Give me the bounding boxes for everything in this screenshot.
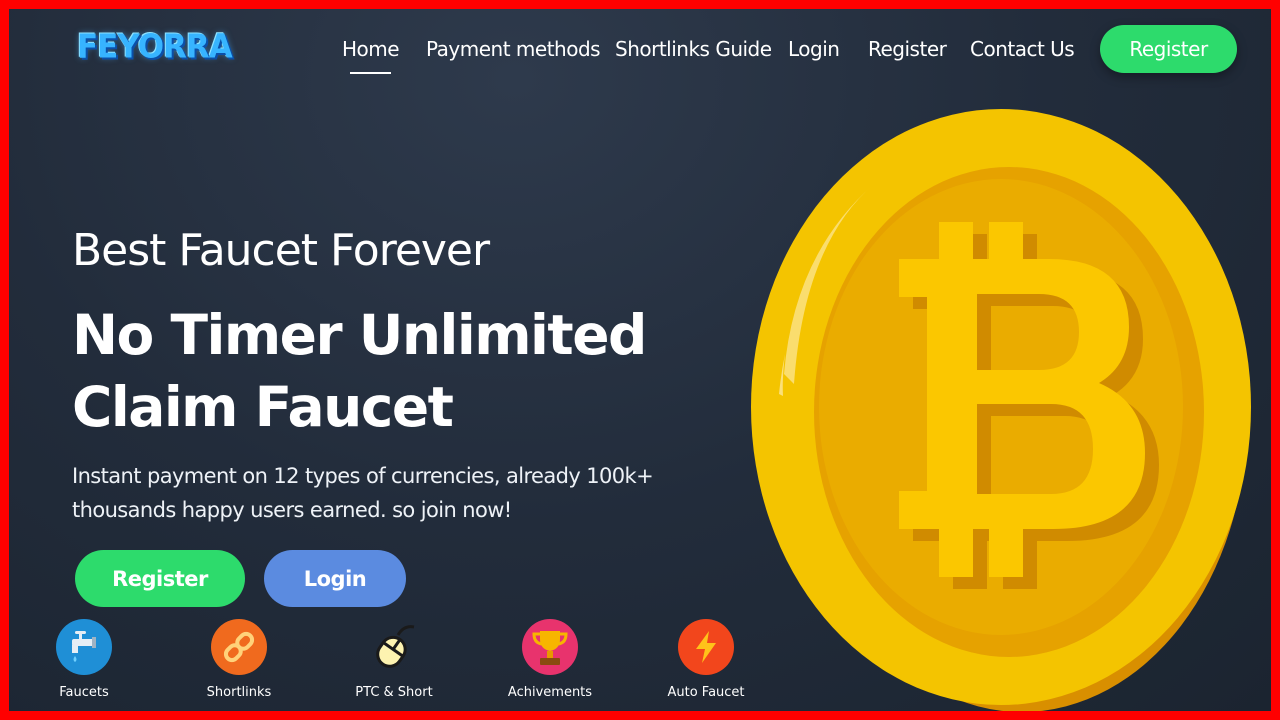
hero-register-button[interactable]: Register bbox=[75, 550, 245, 607]
nav-home[interactable]: Home bbox=[342, 37, 400, 74]
hero-subtitle: Best Faucet Forever bbox=[72, 225, 490, 276]
nav-login[interactable]: Login bbox=[788, 37, 840, 61]
feature-ptc-short-label: PTC & Short bbox=[355, 685, 433, 700]
feature-faucets-label: Faucets bbox=[59, 685, 109, 700]
nav-payment-methods[interactable]: Payment methods bbox=[426, 37, 601, 61]
hero-title-line-1: No Timer Unlimited bbox=[72, 303, 647, 367]
mouse-icon bbox=[366, 619, 422, 675]
hero-description: Instant payment on 12 types of currencie… bbox=[72, 459, 672, 527]
feature-shortlinks-label: Shortlinks bbox=[206, 685, 272, 700]
nav-register[interactable]: Register bbox=[868, 37, 947, 61]
main-nav: Home Payment methods Shortlinks Guide Lo… bbox=[9, 37, 1271, 74]
link-icon bbox=[211, 619, 267, 675]
bitcoin-coin-image bbox=[751, 109, 1251, 711]
nav-shortlinks-guide[interactable]: Shortlinks Guide bbox=[615, 37, 772, 61]
trophy-icon bbox=[522, 619, 578, 675]
hero-login-button[interactable]: Login bbox=[264, 550, 406, 607]
feature-faucets[interactable]: Faucets bbox=[24, 619, 144, 700]
hero-description-line-2: thousands happy users earned. so join no… bbox=[72, 498, 512, 522]
hero-description-line-1: Instant payment on 12 types of currencie… bbox=[72, 464, 654, 488]
feature-achivements[interactable]: Achivements bbox=[490, 619, 610, 700]
faucet-icon bbox=[56, 619, 112, 675]
lightning-icon bbox=[678, 619, 734, 675]
hero-title-line-2: Claim Faucet bbox=[72, 375, 454, 439]
nav-contact-us[interactable]: Contact Us bbox=[970, 37, 1075, 61]
feature-shortlinks[interactable]: Shortlinks bbox=[179, 619, 299, 700]
feature-achivements-label: Achivements bbox=[507, 685, 593, 700]
header-register-button[interactable]: Register bbox=[1100, 25, 1237, 73]
hero-title: No Timer Unlimited Claim Faucet bbox=[72, 299, 692, 443]
feature-ptc-short[interactable]: PTC & Short bbox=[334, 619, 454, 700]
page-frame: FEYORRA Home Payment methods Shortlinks … bbox=[9, 9, 1271, 711]
